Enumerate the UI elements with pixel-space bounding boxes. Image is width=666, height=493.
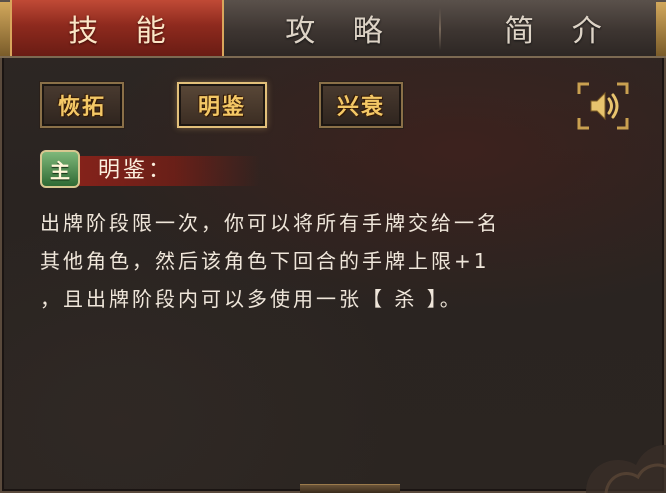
speaker-icon-graphic [577, 82, 629, 130]
skill-heading: 主 明鉴： [40, 150, 260, 190]
skill-description-line: 出牌阶段限一次，你可以将所有手牌交给一名 [40, 211, 500, 235]
tab-divider [439, 8, 441, 50]
tab-bar: 技 能 攻 略 简 介 [0, 0, 666, 58]
skill-panel: 技 能 攻 略 简 介 恢拓 明鉴 兴衰 主 明鉴： 出牌阶段限一次，你可以将所… [0, 0, 666, 493]
tab-strategy[interactable]: 攻 略 [228, 0, 440, 56]
tab-intro-label: 简 介 [504, 14, 616, 49]
tab-skills-label: 技 能 [68, 14, 180, 49]
tab-skills[interactable]: 技 能 [10, 0, 224, 56]
skill-button-label: 明鉴 [197, 95, 246, 120]
bottom-frame-ornament [300, 484, 400, 493]
skill-button-label: 兴衰 [336, 95, 385, 120]
tab-intro[interactable]: 简 介 [442, 0, 664, 56]
speaker-icon[interactable] [575, 80, 631, 132]
frame-corner-left [0, 2, 10, 56]
skill-description-line: 其他角色，然后该角色下回合的手牌上限+1 [40, 249, 490, 273]
cloud-ornament [586, 444, 666, 493]
tab-strategy-label: 攻 略 [285, 14, 397, 49]
skill-name: 明鉴： [98, 158, 174, 183]
skill-button-mingjian[interactable]: 明鉴 [177, 82, 267, 128]
skill-description-line: ，且出牌阶段内可以多使用一张【 杀 】。 [40, 287, 463, 311]
skill-button-label: 恢拓 [57, 95, 106, 120]
skill-button-huituo[interactable]: 恢拓 [40, 82, 124, 128]
frame-corner-right [656, 2, 666, 56]
skill-button-xingshuai[interactable]: 兴衰 [319, 82, 403, 128]
skill-description: 出牌阶段限一次，你可以将所有手牌交给一名 其他角色，然后该角色下回合的手牌上限+… [40, 204, 638, 318]
lord-skill-badge: 主 [40, 150, 80, 188]
